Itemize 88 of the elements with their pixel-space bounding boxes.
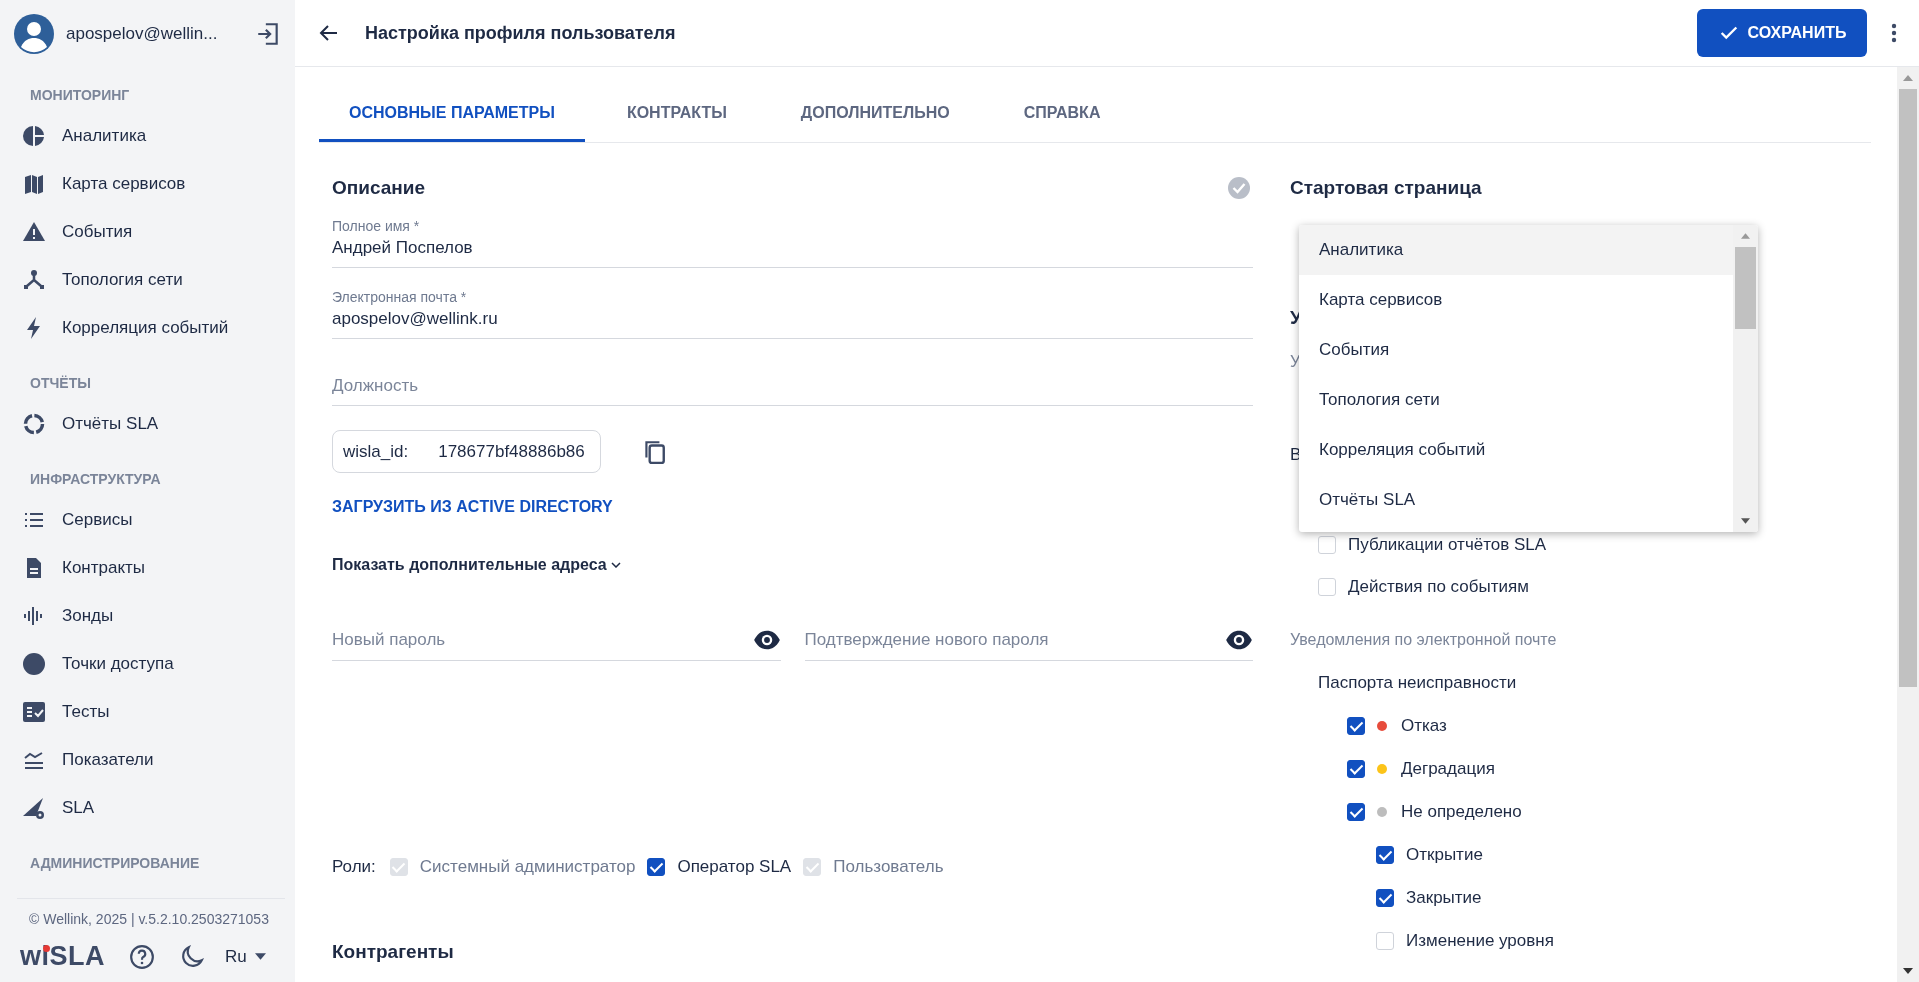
checkbox-label: Не определено bbox=[1401, 802, 1522, 822]
checkbox-label: Публикации отчётов SLA bbox=[1348, 535, 1547, 555]
nav-item[interactable]: Контракты bbox=[0, 544, 295, 592]
pie-chart-icon bbox=[22, 124, 46, 148]
language-select[interactable]: Ru bbox=[225, 946, 266, 967]
save-button[interactable]: СОХРАНИТЬ bbox=[1697, 9, 1867, 57]
checkbox-label: Закрытие bbox=[1406, 888, 1482, 908]
checkbox[interactable] bbox=[1347, 717, 1365, 735]
version-text: © Wellink, 2025 | v.5.2.10.2503271053 bbox=[28, 910, 270, 927]
help-icon[interactable] bbox=[129, 943, 155, 970]
checkbox-label: Пользователь bbox=[833, 857, 944, 877]
text-field[interactable]: apospelov@wellink.ru bbox=[332, 306, 1253, 332]
triangle-gear-icon bbox=[22, 796, 46, 820]
password-field[interactable]: Новый пароль bbox=[332, 627, 753, 653]
logo: wiSLA bbox=[20, 941, 105, 972]
more-icon[interactable] bbox=[1891, 21, 1897, 45]
menu-option[interactable]: Аналитика bbox=[1299, 225, 1733, 275]
menu-option[interactable]: Корреляция событий bbox=[1299, 425, 1733, 475]
section-title: АДМИНИСТРИРОВАНИЕ bbox=[29, 854, 201, 873]
section-title: ОТЧЁТЫ bbox=[29, 374, 92, 393]
network-icon bbox=[22, 268, 46, 292]
group-title: Паспорта неисправности bbox=[1318, 673, 1518, 693]
logout-icon[interactable] bbox=[255, 21, 281, 47]
password-field[interactable]: Подтверждение нового пароля bbox=[804, 627, 1225, 653]
checkbox-label: Действия по событиям bbox=[1348, 577, 1529, 597]
scrollbar[interactable] bbox=[1733, 225, 1758, 532]
checklist-icon bbox=[22, 700, 46, 724]
checkbox-label: Отказ bbox=[1401, 716, 1447, 736]
user-name[interactable]: apospelov@wellin... bbox=[66, 24, 243, 44]
field-label: Электронная почта * bbox=[332, 288, 468, 306]
scrollbar-thumb[interactable] bbox=[1735, 247, 1756, 329]
scrollbar[interactable] bbox=[1897, 67, 1919, 982]
text-field[interactable]: Должность bbox=[332, 373, 1253, 399]
check-circle-icon bbox=[1227, 176, 1251, 200]
warning-icon bbox=[22, 220, 46, 244]
map-icon bbox=[22, 172, 46, 196]
menu-option[interactable]: Отчёты SLA bbox=[1299, 475, 1733, 525]
nav-item[interactable]: Зонды bbox=[0, 592, 295, 640]
nav-item[interactable]: Точки доступа bbox=[0, 640, 295, 688]
checkbox[interactable] bbox=[1376, 846, 1394, 864]
text-field[interactable]: Андрей Поспелов bbox=[332, 235, 1253, 261]
scroll-down-icon[interactable] bbox=[1903, 968, 1913, 974]
section-title: ИНФРАСТРУКТУРА bbox=[29, 470, 162, 489]
circle-icon bbox=[22, 652, 46, 676]
nav-item[interactable]: SLA bbox=[0, 784, 295, 832]
checkbox[interactable] bbox=[647, 858, 666, 876]
group-label: Уведомления по электронной почте bbox=[1290, 631, 1558, 649]
menu-option[interactable]: События bbox=[1299, 325, 1733, 375]
nav-item[interactable]: Тесты bbox=[0, 688, 295, 736]
nav-item[interactable]: Карта сервисов bbox=[0, 160, 295, 208]
nav-item[interactable]: Показатели bbox=[0, 736, 295, 784]
field-label: Полное имя * bbox=[332, 217, 421, 235]
menu-option[interactable]: Топология сети bbox=[1299, 375, 1733, 425]
tab[interactable]: ДОПОЛНИТЕЛЬНО bbox=[768, 67, 982, 142]
tab[interactable]: КОНТРАКТЫ bbox=[594, 67, 759, 142]
caret-icon bbox=[254, 953, 266, 960]
checkbox-label: Системный администратор bbox=[419, 857, 636, 877]
tab[interactable]: ОСНОВНЫЕ ПАРАМЕТРЫ bbox=[319, 67, 585, 142]
nav-item[interactable]: Отчёты SLA bbox=[0, 400, 295, 448]
checkbox-label: Изменение уровня bbox=[1406, 931, 1554, 951]
ring-icon bbox=[22, 412, 46, 436]
checkbox[interactable] bbox=[1347, 760, 1365, 778]
section-title: МОНИТОРИНГ bbox=[29, 86, 131, 105]
checkbox[interactable] bbox=[1376, 889, 1394, 907]
expand-toggle[interactable]: Показать дополнительные адреса bbox=[332, 556, 621, 574]
section-heading: Контрагенты bbox=[332, 941, 455, 963]
nav-item[interactable]: Аналитика bbox=[0, 112, 295, 160]
scrollbar-thumb[interactable] bbox=[1899, 89, 1917, 687]
nav-item[interactable]: Топология сети bbox=[0, 256, 295, 304]
checkbox-label: Оператор SLA bbox=[677, 857, 792, 877]
load-link[interactable]: ЗАГРУЗИТЬ ИЗ ACTIVE DIRECTORY bbox=[332, 498, 613, 516]
id-field: wisla_id: 178677bf48886b86 bbox=[332, 430, 601, 473]
section-heading: Описание bbox=[332, 177, 426, 199]
roles-label: Роли: bbox=[332, 857, 376, 877]
moon-icon[interactable] bbox=[179, 943, 205, 970]
nav-item[interactable]: Корреляция событий bbox=[0, 304, 295, 352]
checkbox-label: Открытие bbox=[1406, 845, 1483, 865]
tab[interactable]: СПРАВКА bbox=[991, 67, 1133, 142]
nav-item[interactable]: События bbox=[0, 208, 295, 256]
section-heading: Стартовая страница bbox=[1290, 176, 1483, 200]
menu-option[interactable]: Карта сервисов bbox=[1299, 275, 1733, 325]
page-title: Настройка профиля пользователя bbox=[365, 22, 677, 44]
scroll-down-icon[interactable] bbox=[1741, 518, 1750, 524]
chevron-down-icon bbox=[610, 562, 621, 568]
avatar-icon bbox=[14, 14, 54, 54]
checkbox[interactable] bbox=[1347, 803, 1365, 821]
nav-item[interactable]: Сервисы bbox=[0, 496, 295, 544]
checkbox-label: Деградация bbox=[1401, 759, 1495, 779]
